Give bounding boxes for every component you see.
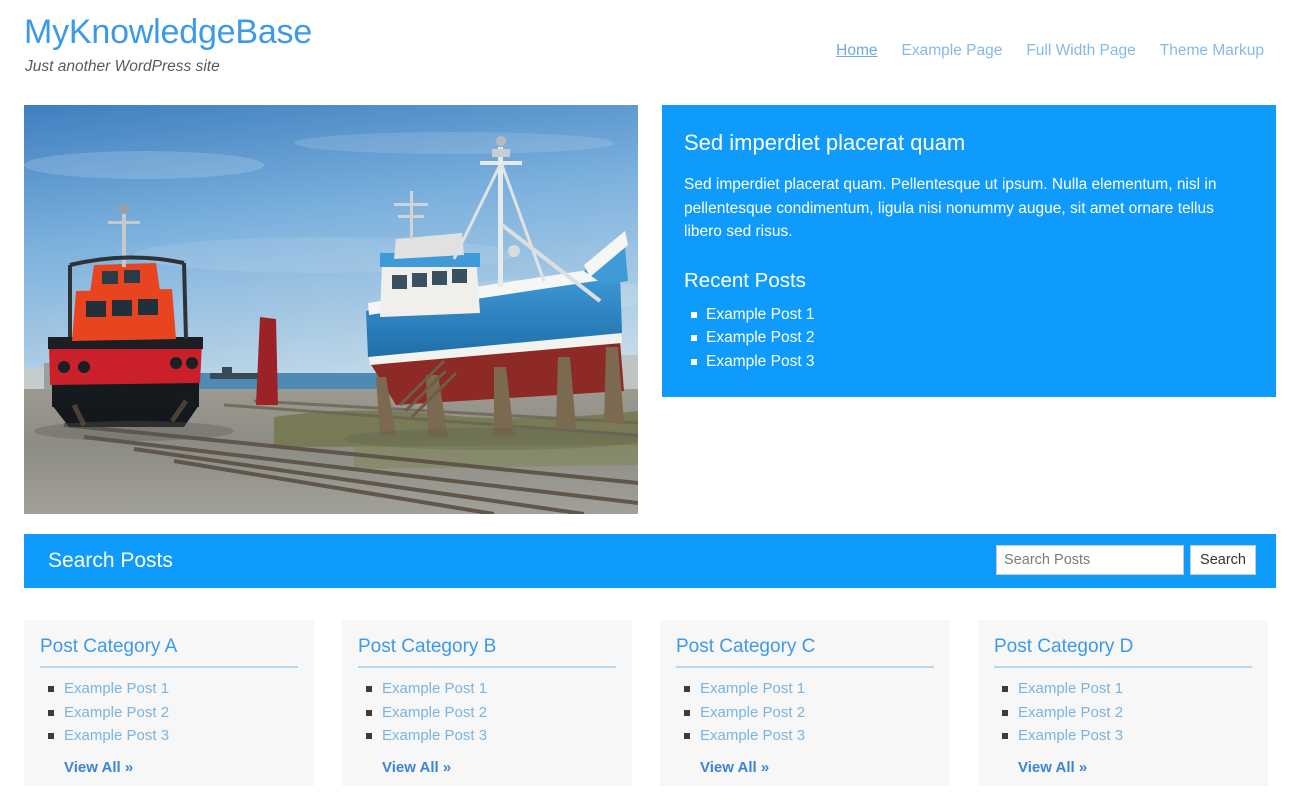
view-all-link[interactable]: View All » bbox=[1018, 758, 1087, 778]
list-item[interactable]: Example Post 2 bbox=[1002, 701, 1252, 725]
list-item[interactable]: Example Post 1 bbox=[684, 677, 934, 701]
category-post-list: Example Post 1 Example Post 2 Example Po… bbox=[358, 677, 616, 748]
list-item[interactable]: Example Post 1 bbox=[48, 677, 298, 701]
category-post-link[interactable]: Example Post 1 bbox=[64, 680, 169, 697]
list-item[interactable]: Example Post 2 bbox=[691, 326, 1254, 350]
category-divider bbox=[994, 666, 1252, 668]
category-post-list: Example Post 1 Example Post 2 Example Po… bbox=[40, 677, 298, 748]
nav-item-theme-markup[interactable]: Theme Markup bbox=[1148, 41, 1276, 61]
list-item[interactable]: Example Post 1 bbox=[1002, 677, 1252, 701]
list-item[interactable]: Example Post 3 bbox=[48, 724, 298, 748]
category-divider bbox=[676, 666, 934, 668]
category-title: Post Category C bbox=[676, 636, 816, 657]
category-box-a: Post Category A Example Post 1 Example P… bbox=[24, 620, 314, 786]
nav-item-full-width-page[interactable]: Full Width Page bbox=[1014, 41, 1147, 61]
recent-post-link[interactable]: Example Post 3 bbox=[706, 353, 815, 370]
search-input[interactable] bbox=[996, 545, 1185, 575]
list-item[interactable]: Example Post 2 bbox=[366, 701, 616, 725]
list-item[interactable]: Example Post 3 bbox=[1002, 724, 1252, 748]
main-navigation: Home Example Page Full Width Page Theme … bbox=[824, 41, 1276, 61]
list-item[interactable]: Example Post 1 bbox=[691, 303, 1254, 327]
site-title[interactable]: MyKnowledgeBase bbox=[24, 12, 312, 52]
category-post-link[interactable]: Example Post 2 bbox=[700, 704, 805, 721]
featured-panel: Sed imperdiet placerat quam Sed imperdie… bbox=[662, 105, 1276, 397]
list-item[interactable]: Example Post 1 bbox=[366, 677, 616, 701]
shipyard-illustration bbox=[24, 105, 638, 514]
list-item[interactable]: Example Post 3 bbox=[366, 724, 616, 748]
site-description: Just another WordPress site bbox=[25, 58, 220, 75]
featured-title: Sed imperdiet placerat quam bbox=[684, 130, 966, 155]
nav-item-example-page[interactable]: Example Page bbox=[890, 41, 1015, 61]
category-post-link[interactable]: Example Post 1 bbox=[1018, 680, 1123, 697]
nav-item-home[interactable]: Home bbox=[824, 41, 889, 61]
recent-posts-list: Example Post 1 Example Post 2 Example Po… bbox=[684, 303, 1254, 374]
category-box-c: Post Category C Example Post 1 Example P… bbox=[660, 620, 950, 786]
category-post-link[interactable]: Example Post 1 bbox=[700, 680, 805, 697]
search-form: Search bbox=[996, 545, 1256, 575]
category-box-b: Post Category B Example Post 1 Example P… bbox=[342, 620, 632, 786]
category-post-list: Example Post 1 Example Post 2 Example Po… bbox=[676, 677, 934, 748]
featured-body: Sed imperdiet placerat quam. Pellentesqu… bbox=[684, 176, 1217, 240]
category-post-link[interactable]: Example Post 3 bbox=[700, 727, 805, 744]
list-item[interactable]: Example Post 3 bbox=[684, 724, 934, 748]
category-post-link[interactable]: Example Post 3 bbox=[382, 727, 487, 744]
category-divider bbox=[358, 666, 616, 668]
category-post-link[interactable]: Example Post 2 bbox=[382, 704, 487, 721]
list-item[interactable]: Example Post 2 bbox=[48, 701, 298, 725]
list-item[interactable]: Example Post 3 bbox=[691, 350, 1254, 374]
category-title: Post Category A bbox=[40, 636, 178, 657]
search-posts-bar: Search Posts Search bbox=[24, 534, 1276, 588]
category-columns: Post Category A Example Post 1 Example P… bbox=[24, 620, 1276, 786]
featured-photo bbox=[24, 105, 638, 514]
category-title: Post Category B bbox=[358, 636, 497, 657]
category-post-link[interactable]: Example Post 3 bbox=[1018, 727, 1123, 744]
hero-row: Sed imperdiet placerat quam Sed imperdie… bbox=[0, 103, 1290, 518]
category-post-link[interactable]: Example Post 2 bbox=[64, 704, 169, 721]
list-item[interactable]: Example Post 2 bbox=[684, 701, 934, 725]
category-post-link[interactable]: Example Post 3 bbox=[64, 727, 169, 744]
recent-post-link[interactable]: Example Post 1 bbox=[706, 306, 815, 323]
category-title: Post Category D bbox=[994, 636, 1134, 657]
search-posts-title: Search Posts bbox=[48, 549, 173, 572]
category-post-link[interactable]: Example Post 1 bbox=[382, 680, 487, 697]
view-all-link[interactable]: View All » bbox=[382, 758, 451, 778]
recent-posts-heading: Recent Posts bbox=[684, 268, 806, 292]
search-submit-button[interactable]: Search bbox=[1190, 545, 1256, 575]
site-header: MyKnowledgeBase Just another WordPress s… bbox=[0, 0, 1290, 96]
category-post-list: Example Post 1 Example Post 2 Example Po… bbox=[994, 677, 1252, 748]
view-all-link[interactable]: View All » bbox=[64, 758, 133, 778]
category-divider bbox=[40, 666, 298, 668]
view-all-link[interactable]: View All » bbox=[700, 758, 769, 778]
category-box-d: Post Category D Example Post 1 Example P… bbox=[978, 620, 1268, 786]
recent-post-link[interactable]: Example Post 2 bbox=[706, 329, 815, 346]
category-post-link[interactable]: Example Post 2 bbox=[1018, 704, 1123, 721]
page-root: MyKnowledgeBase Just another WordPress s… bbox=[0, 0, 1290, 800]
